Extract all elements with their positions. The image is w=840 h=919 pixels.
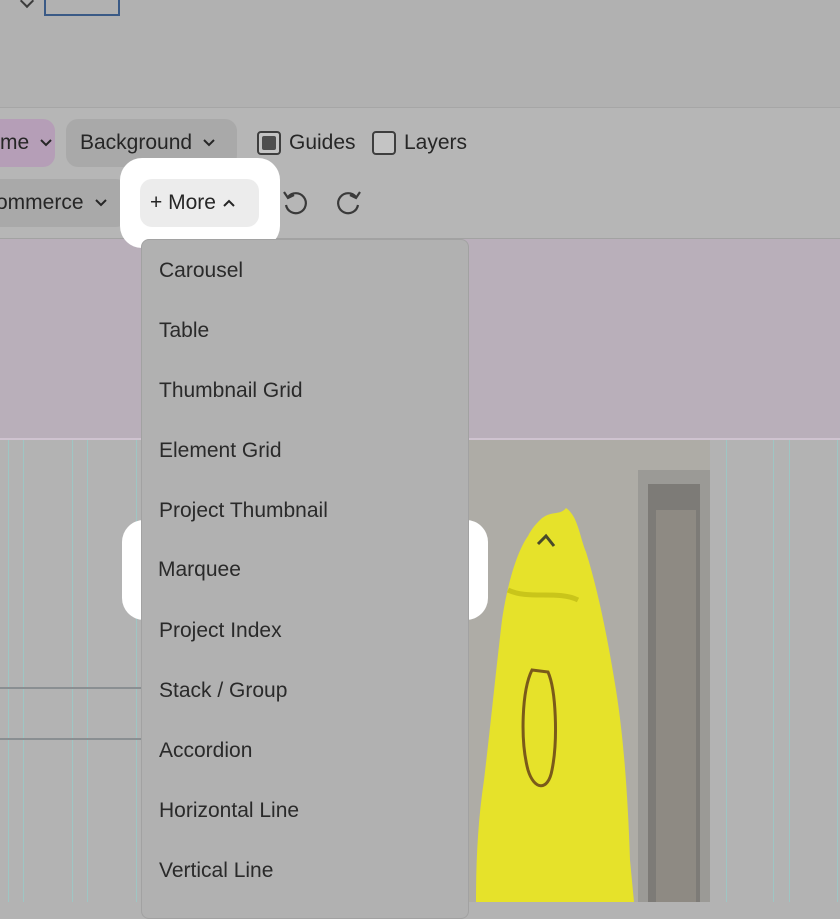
layers-label: Layers: [404, 131, 468, 154]
checkbox-checked-mark: [262, 136, 276, 150]
guide-line: [136, 440, 137, 902]
more-button-label: + More: [150, 191, 216, 214]
selected-frame-outline[interactable]: [44, 0, 120, 16]
menu-item-marquee[interactable]: Marquee: [158, 556, 241, 584]
theme-dropdown-label: me: [0, 131, 30, 154]
menu-item-table[interactable]: Table: [159, 317, 209, 345]
commerce-dropdown[interactable]: ommerce: [0, 179, 128, 227]
commerce-dropdown-label: ommerce: [0, 191, 84, 214]
guide-line: [72, 440, 73, 902]
chevron-down-icon: [94, 199, 107, 207]
guide-line: [87, 440, 88, 902]
undo-icon[interactable]: [280, 188, 310, 218]
guide-line: [789, 440, 790, 902]
menu-item-element-grid[interactable]: Element Grid: [159, 437, 282, 465]
menu-item-stack-group[interactable]: Stack / Group: [159, 677, 287, 705]
guides-label: Guides: [289, 131, 356, 154]
guide-line: [773, 440, 774, 902]
horizontal-rule: [0, 687, 142, 689]
top-canvas-area: [0, 0, 840, 107]
menu-item-carousel[interactable]: Carousel: [159, 257, 243, 285]
menu-item-vertical-line[interactable]: Vertical Line: [159, 857, 273, 885]
more-button[interactable]: + More: [140, 179, 259, 227]
yellow-bag-photo: [468, 440, 710, 902]
chevron-up-icon: [223, 199, 235, 207]
theme-dropdown[interactable]: me: [0, 119, 55, 167]
menu-item-accordion[interactable]: Accordion: [159, 737, 252, 765]
menu-item-thumbnail-grid[interactable]: Thumbnail Grid: [159, 377, 303, 405]
guide-line: [726, 440, 727, 902]
menu-item-horizontal-line[interactable]: Horizontal Line: [159, 797, 299, 825]
redo-icon[interactable]: [334, 188, 364, 218]
menu-item-project-index[interactable]: Project Index: [159, 617, 282, 645]
chevron-down-icon: [203, 139, 215, 147]
canvas-image[interactable]: [468, 440, 710, 902]
chevron-down-icon: [40, 139, 52, 147]
guides-checkbox[interactable]: [257, 131, 281, 155]
guide-line: [23, 440, 24, 902]
layers-checkbox[interactable]: [372, 131, 396, 155]
guide-line: [837, 440, 838, 902]
chevron-icon: [19, 0, 35, 9]
guide-line: [8, 440, 9, 902]
menu-item-project-thumbnail[interactable]: Project Thumbnail: [159, 497, 328, 525]
background-dropdown-label: Background: [80, 131, 193, 154]
horizontal-rule: [0, 738, 142, 740]
